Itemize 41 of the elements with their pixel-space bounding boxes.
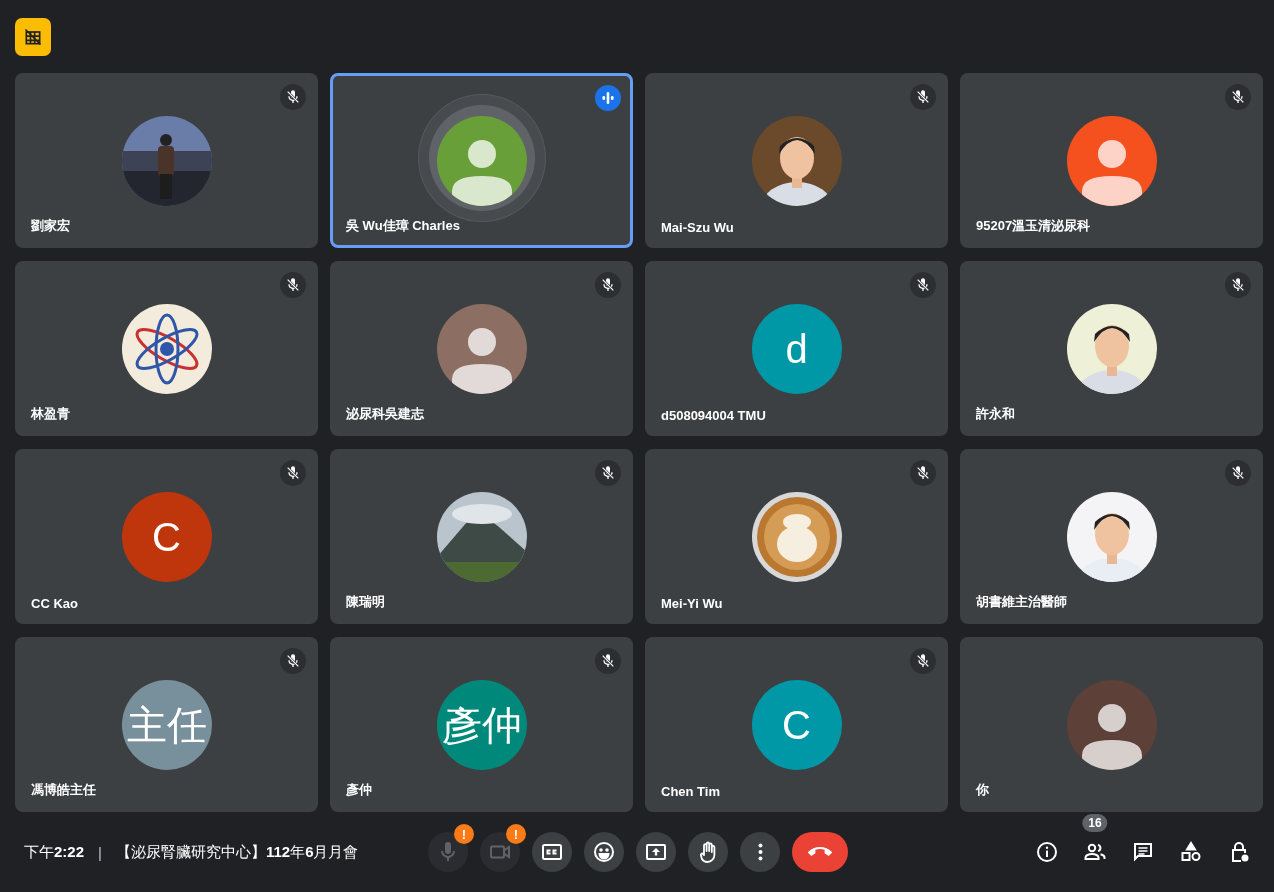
chat-icon <box>1131 840 1155 864</box>
more-dots-icon <box>757 843 763 861</box>
participant-name: 泌尿科吳建志 <box>346 405 424 423</box>
initials-avatar: C <box>121 492 212 582</box>
initials-avatar: C <box>751 680 842 770</box>
initials-avatar: 彥仲 <box>436 680 527 770</box>
participant-count-badge: 16 <box>1082 814 1108 832</box>
present-button[interactable] <box>636 832 676 872</box>
crossed-grid-icon <box>23 27 43 47</box>
warning-badge: ! <box>454 824 474 844</box>
initials-avatar: 主任 <box>121 680 212 770</box>
more-options-button[interactable] <box>740 832 780 872</box>
participant-name: CC Kao <box>31 596 78 611</box>
audio-level-icon <box>595 85 621 111</box>
participant-name: d508094004 TMU <box>661 408 766 423</box>
participant-name: 你 <box>976 781 989 799</box>
participant-name: 胡書維主治醫師 <box>976 593 1067 611</box>
participant-name: Chen Tim <box>661 784 720 799</box>
shapes-icon <box>1179 840 1203 864</box>
participant-name: 馮博皓主任 <box>31 781 96 799</box>
initials-avatar: d <box>751 304 842 394</box>
grid-off-button[interactable] <box>15 18 51 56</box>
captions-button[interactable] <box>532 832 572 872</box>
participant-name: 彥仲 <box>346 781 372 799</box>
participant-name: Mei-Yi Wu <box>661 596 723 611</box>
participant-name: 許永和 <box>976 405 1015 423</box>
clock-text: 下午2:22 <box>24 842 85 862</box>
warning-badge: ! <box>506 824 526 844</box>
smiley-icon <box>592 840 616 864</box>
raise-hand-button[interactable] <box>688 832 728 872</box>
participant-name: 劉家宏 <box>31 217 70 235</box>
separator-text: | <box>97 843 103 861</box>
participant-name: 陳瑞明 <box>346 593 385 611</box>
meeting-title: 【泌尿腎臟研究中心】112年6月月會 <box>115 842 359 862</box>
info-icon <box>1035 840 1059 864</box>
participant-name: 95207溫玉清泌尿科 <box>976 217 1091 235</box>
participant-name: 林盈青 <box>31 405 70 423</box>
reactions-button[interactable] <box>584 832 624 872</box>
leave-call-button[interactable] <box>792 832 848 872</box>
participant-name: Mai-Szu Wu <box>661 220 734 235</box>
participant-name: 吳 Wu佳璋 Charles <box>346 217 460 235</box>
